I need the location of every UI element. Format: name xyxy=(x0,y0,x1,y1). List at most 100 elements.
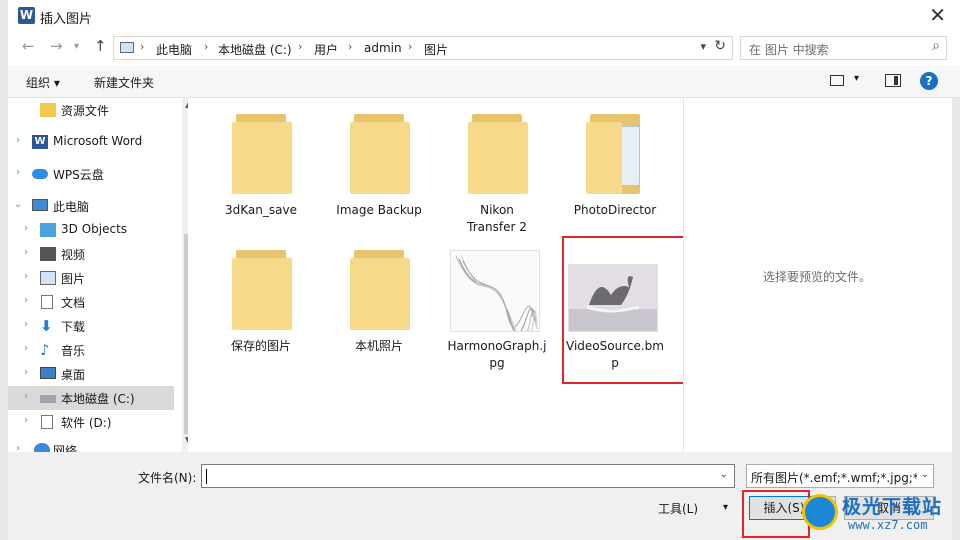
sidebar-item-downloads[interactable]: › ⬇ 下载 xyxy=(8,314,174,338)
download-icon: ⬇ xyxy=(40,317,53,335)
breadcrumb-separator[interactable]: › xyxy=(140,40,144,53)
breadcrumb-local-disk[interactable]: 本地磁盘 (C:) xyxy=(218,41,292,58)
sidebar-item-desktop[interactable]: › 桌面 xyxy=(8,362,174,386)
3d-icon xyxy=(40,223,56,237)
sidebar-item-label: 本地磁盘 (C:) xyxy=(61,392,135,406)
tools-button[interactable]: 工具(L) xyxy=(658,500,698,517)
sidebar-item-music[interactable]: › ♪ 音乐 xyxy=(8,338,174,362)
file-item-folder[interactable]: Image Backup xyxy=(322,98,436,228)
tools-dropdown-icon[interactable]: ▾ xyxy=(723,502,728,513)
sidebar-item-videos[interactable]: › 视频 xyxy=(8,242,174,266)
breadcrumb-users[interactable]: 用户 xyxy=(314,41,338,58)
breadcrumb-separator[interactable]: › xyxy=(408,40,412,53)
folder-icon xyxy=(468,114,528,194)
file-item-folder[interactable]: 保存的图片 xyxy=(204,234,318,364)
recent-locations-icon[interactable]: ▾ xyxy=(74,41,79,52)
preview-empty-text: 选择要预览的文件。 xyxy=(763,270,872,284)
expand-arrow-icon[interactable]: › xyxy=(24,223,28,234)
breadcrumb-this-pc[interactable]: 此电脑 xyxy=(156,41,192,58)
file-name: 3dKan_save xyxy=(225,203,297,217)
collapse-arrow-icon[interactable]: ⌄ xyxy=(14,199,22,210)
watermark-url: www.xz7.com xyxy=(848,518,928,532)
expand-arrow-icon[interactable]: › xyxy=(24,343,28,354)
cloud-icon xyxy=(32,169,48,179)
sidebar-item-network[interactable]: › 网络 xyxy=(8,438,174,452)
sidebar-item-label: 此电脑 xyxy=(53,200,90,214)
sidebar-item-this-pc[interactable]: ⌄ 此电脑 xyxy=(8,194,174,218)
refresh-icon[interactable]: ↻ xyxy=(714,38,726,54)
file-name: PhotoDirector xyxy=(573,203,657,217)
expand-arrow-icon[interactable]: › xyxy=(24,415,28,426)
file-name: HarmonoGraph.jpg xyxy=(447,339,547,370)
insert-picture-dialog: W 插入图片 ✕ ← → ▾ ↑ › 此电脑 › 本地磁盘 (C:) › 用户 … xyxy=(0,0,960,540)
close-icon[interactable]: ✕ xyxy=(929,4,946,26)
navigation-pane: 资源文件 › W Microsoft Word › WPS云盘 ⌄ 此电脑 › … xyxy=(8,98,188,452)
search-input[interactable]: 在 图片 中搜索 ⌕ xyxy=(740,36,947,60)
expand-arrow-icon[interactable]: › xyxy=(16,135,20,146)
scrollbar-thumb[interactable] xyxy=(184,234,188,434)
filetype-value: 所有图片(*.emf;*.wmf;*.jpg;*.jpeg xyxy=(751,471,917,485)
organize-button[interactable]: 组织 ▾ xyxy=(26,74,60,91)
folder-with-documents-icon xyxy=(586,114,646,194)
sidebar-item-label: 软件 (D:) xyxy=(61,416,112,430)
scroll-down-icon[interactable]: ▼ xyxy=(185,436,188,446)
folder-icon xyxy=(232,250,292,330)
sidebar-item-resources[interactable]: 资源文件 xyxy=(8,98,174,122)
expand-arrow-icon[interactable]: › xyxy=(24,295,28,306)
sidebar-scrollbar[interactable]: ▲ ▼ xyxy=(182,98,188,452)
breadcrumb-admin[interactable]: admin xyxy=(364,41,402,55)
folder-icon xyxy=(40,103,56,117)
file-item-folder[interactable]: 本机照片 xyxy=(322,234,436,364)
sidebar-item-wps-cloud[interactable]: › WPS云盘 xyxy=(8,162,174,186)
breadcrumb-separator[interactable]: › xyxy=(204,40,208,53)
view-dropdown-icon[interactable]: ▾ xyxy=(854,73,859,84)
up-icon[interactable]: ↑ xyxy=(94,37,107,55)
watermark-logo-icon xyxy=(802,494,838,530)
expand-arrow-icon[interactable]: › xyxy=(24,319,28,330)
network-icon xyxy=(34,443,50,452)
scroll-up-icon[interactable]: ▲ xyxy=(185,100,188,110)
forward-icon[interactable]: → xyxy=(50,37,63,55)
file-item-folder[interactable]: PhotoDirector xyxy=(558,98,672,228)
breadcrumb-separator[interactable]: › xyxy=(298,40,302,53)
help-icon[interactable]: ? xyxy=(920,72,938,90)
file-item-image[interactable]: HarmonoGraph.jpg xyxy=(440,234,554,370)
new-folder-button[interactable]: 新建文件夹 xyxy=(94,74,154,91)
preview-pane-icon[interactable] xyxy=(885,74,901,87)
search-icon[interactable]: ⌕ xyxy=(932,38,940,54)
address-dropdown-icon[interactable]: ▾ xyxy=(700,40,706,53)
expand-arrow-icon[interactable]: › xyxy=(24,367,28,378)
sidebar-item-label: Microsoft Word xyxy=(53,134,143,148)
filename-label: 文件名(N): xyxy=(138,471,197,485)
filetype-dropdown-icon[interactable]: ⌄ xyxy=(920,469,929,480)
sidebar-item-label: 图片 xyxy=(61,272,86,286)
filetype-select[interactable]: 所有图片(*.emf;*.wmf;*.jpg;*.jpeg ⌄ xyxy=(746,464,934,488)
view-options-icon[interactable] xyxy=(830,75,844,86)
preview-pane: 选择要预览的文件。 xyxy=(683,98,952,452)
breadcrumb-separator[interactable]: › xyxy=(348,40,352,53)
sidebar-item-3d-objects[interactable]: › 3D Objects xyxy=(8,218,174,242)
harmonograph-thumbnail xyxy=(450,250,540,332)
sidebar-item-local-disk-c[interactable]: › 本地磁盘 (C:) xyxy=(8,386,174,410)
documents-icon xyxy=(41,295,53,309)
background-edge xyxy=(952,98,960,540)
folder-icon xyxy=(350,250,410,330)
filename-input[interactable]: ⌄ xyxy=(201,464,735,488)
expand-arrow-icon[interactable]: › xyxy=(24,247,28,258)
sidebar-item-documents[interactable]: › 文档 xyxy=(8,290,174,314)
sidebar-item-software-d[interactable]: › 软件 (D:) xyxy=(8,410,174,434)
expand-arrow-icon[interactable]: › xyxy=(24,391,28,402)
sidebar-item-word[interactable]: › W Microsoft Word xyxy=(8,130,174,154)
back-icon[interactable]: ← xyxy=(22,37,35,55)
file-item-folder[interactable]: 3dKan_save xyxy=(204,98,318,228)
file-item-folder[interactable]: Nikon Transfer 2 xyxy=(440,98,554,234)
text-caret xyxy=(206,469,207,484)
drive-icon xyxy=(41,415,53,429)
filename-dropdown-icon[interactable]: ⌄ xyxy=(720,469,728,480)
breadcrumb-pictures[interactable]: 图片 xyxy=(424,41,448,58)
expand-arrow-icon[interactable]: › xyxy=(16,167,20,178)
address-bar[interactable]: › 此电脑 › 本地磁盘 (C:) › 用户 › admin › 图片 ▾ ↻ xyxy=(113,36,733,60)
sidebar-item-pictures[interactable]: › 图片 xyxy=(8,266,174,290)
expand-arrow-icon[interactable]: › xyxy=(16,443,20,452)
expand-arrow-icon[interactable]: › xyxy=(24,271,28,282)
